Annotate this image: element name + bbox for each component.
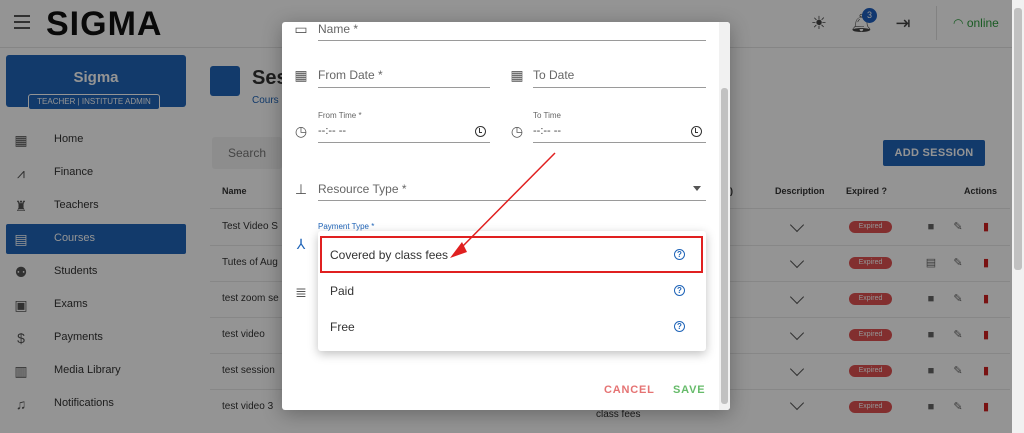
schedule-icon: ◷ <box>510 123 524 139</box>
from-time-underline <box>318 142 490 143</box>
menu-item-label: Paid <box>330 284 355 298</box>
from-time-input[interactable]: --:-- -- <box>318 125 346 137</box>
menu-item-paid[interactable]: Paid ? <box>318 273 706 309</box>
resource-type-label: Resource Type * <box>318 182 407 196</box>
clock-icon[interactable] <box>691 126 702 137</box>
calendar-icon: ▦ <box>510 67 524 83</box>
help-icon[interactable]: ? <box>674 285 685 296</box>
from-time-label: From Time * <box>318 111 362 120</box>
menu-item-free[interactable]: Free ? <box>318 309 706 345</box>
to-date-label: To Date <box>533 68 575 82</box>
menu-item-label: Free <box>330 320 355 334</box>
annotation-highlight-box <box>320 236 703 273</box>
name-field[interactable] <box>318 40 706 41</box>
sitemap-icon: ⊥ <box>294 181 308 197</box>
to-time-input[interactable]: --:-- -- <box>533 125 561 137</box>
notes-icon: ≣ <box>295 284 307 300</box>
save-button[interactable]: SAVE <box>673 384 705 396</box>
resource-type-select[interactable] <box>318 200 706 201</box>
clock-icon[interactable] <box>475 126 486 137</box>
merge-icon: ⅄ <box>296 236 306 252</box>
from-date-field[interactable] <box>318 87 490 88</box>
dialog-scrollbar[interactable] <box>719 22 730 410</box>
caret-down-icon[interactable] <box>693 186 701 191</box>
monitor-icon: ▭ <box>294 22 308 37</box>
scrollbar-thumb[interactable] <box>1014 8 1022 270</box>
name-field-label: Name * <box>318 22 359 36</box>
to-date-field[interactable] <box>533 87 706 88</box>
scrollbar-thumb[interactable] <box>721 88 728 404</box>
cancel-button[interactable]: CANCEL <box>604 384 655 396</box>
page-scrollbar[interactable] <box>1012 0 1024 433</box>
to-time-label: To Time <box>533 111 562 120</box>
from-date-label: From Date * <box>318 68 383 82</box>
calendar-icon: ▦ <box>294 67 308 83</box>
schedule-icon: ◷ <box>294 123 308 139</box>
payment-type-label: Payment Type * <box>318 222 375 231</box>
help-icon[interactable]: ? <box>674 321 685 332</box>
to-time-underline <box>533 142 706 143</box>
add-session-dialog: ▭ Name * ▦ From Date * ▦ To Date From Ti… <box>282 22 730 410</box>
